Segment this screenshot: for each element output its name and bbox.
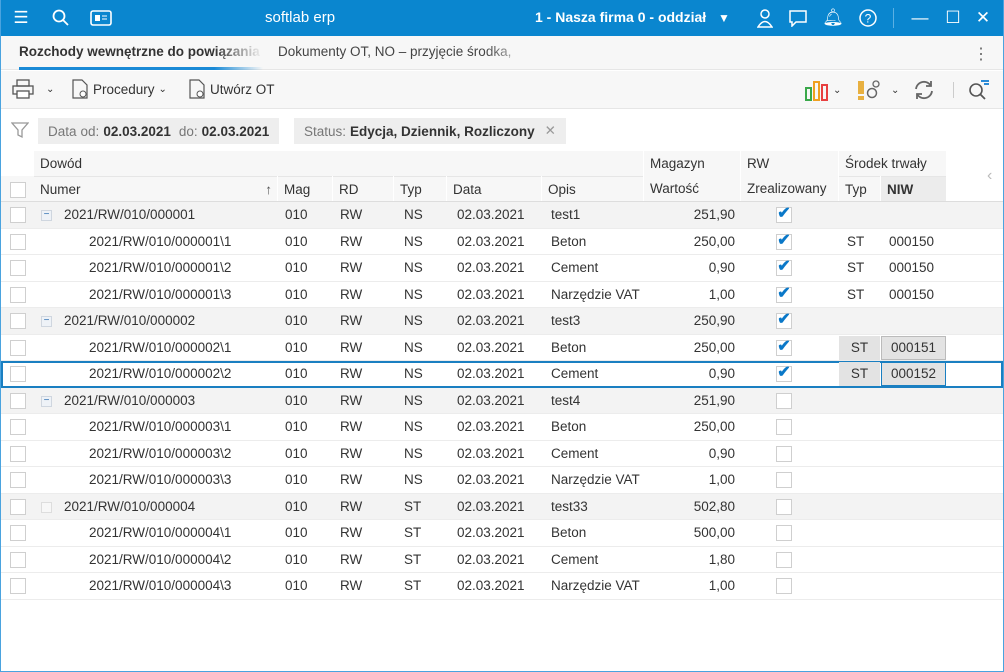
window-border xyxy=(0,0,1004,672)
